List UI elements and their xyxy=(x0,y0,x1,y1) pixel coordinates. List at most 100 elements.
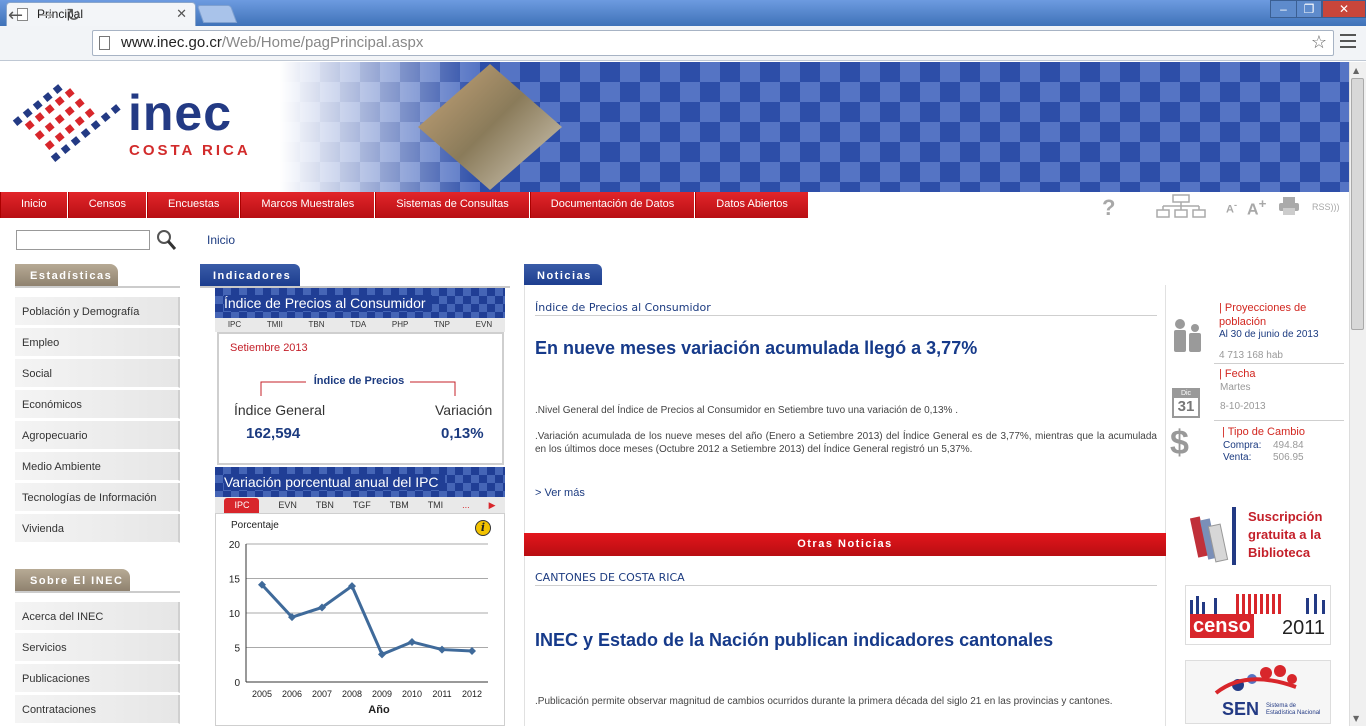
scrollbar-thumb[interactable] xyxy=(1351,78,1364,330)
bookmark-star-icon[interactable]: ☆ xyxy=(1311,32,1327,53)
sidebar-item-social[interactable]: Social xyxy=(15,359,180,388)
scroll-down-icon[interactable]: ▼ xyxy=(1353,714,1359,723)
sidebar-item-empleo[interactable]: Empleo xyxy=(15,328,180,357)
chart-subtab-tgf[interactable]: TGF xyxy=(353,500,371,513)
ver-mas-link[interactable]: > Ver más xyxy=(535,487,585,499)
font-small-icon[interactable]: A- xyxy=(1226,200,1237,216)
nav-sistemas-de-consultas[interactable]: Sistemas de Consultas xyxy=(375,192,530,218)
sidebar-item-economicos[interactable]: Económicos xyxy=(15,390,180,419)
subtab-tmii[interactable]: TMII xyxy=(267,320,283,332)
calendar-day: 31 xyxy=(1177,398,1195,415)
nav-encuestas[interactable]: Encuestas xyxy=(146,192,241,218)
chart-subtab-tbn[interactable]: TBN xyxy=(316,500,334,513)
main-nav: Inicio Censos Encuestas Marcos Muestrale… xyxy=(0,192,809,218)
font-small-label: A xyxy=(1226,203,1234,216)
sidebar-item-servicios[interactable]: Servicios xyxy=(15,633,180,662)
next-arrow-icon[interactable]: ▶ xyxy=(489,500,496,513)
search-input[interactable] xyxy=(16,230,150,250)
scroll-up-icon[interactable]: ▲ xyxy=(1353,66,1359,75)
new-tab-button[interactable] xyxy=(196,5,238,23)
close-tab-icon[interactable]: ✕ xyxy=(176,6,187,22)
nav-censos[interactable]: Censos xyxy=(67,192,147,218)
subtab-tda[interactable]: TDA xyxy=(350,320,366,332)
censo-2011-banner[interactable]: censo 2011 xyxy=(1185,585,1331,645)
fecha-date: 8-10-2013 xyxy=(1220,401,1266,412)
subtab-tnp[interactable]: TNP xyxy=(434,320,450,332)
info-icon[interactable]: i xyxy=(475,520,491,536)
sidebar-item-medio-ambiente[interactable]: Medio Ambiente xyxy=(15,452,180,481)
sidebar-item-acerca[interactable]: Acerca del INEC xyxy=(15,602,180,631)
y-axis-label: Porcentaje xyxy=(231,520,279,531)
sidebar-item-poblacion[interactable]: Población y Demografía xyxy=(15,297,180,326)
library-books-icon[interactable] xyxy=(1190,507,1242,565)
nav-documentacion-de-datos[interactable]: Documentación de Datos xyxy=(529,192,696,218)
censo-year: 2011 xyxy=(1282,617,1326,639)
subtab-tbn[interactable]: TBN xyxy=(309,320,325,332)
sen-banner[interactable]: SEN Sistema de Estadística Nacional xyxy=(1185,660,1331,724)
maximize-button[interactable]: ❐ xyxy=(1296,0,1322,18)
divider xyxy=(535,585,1157,586)
x-tick-label: 2009 xyxy=(372,689,392,699)
sidebar-item-contrataciones[interactable]: Contrataciones xyxy=(15,695,180,724)
venta-value: 506.95 xyxy=(1273,452,1304,463)
address-bar[interactable]: www.inec.go.cr/Web/Home/pagPrincipal.asp… xyxy=(92,30,1334,56)
chart-panel-header: Variación porcentual anual del IPC xyxy=(215,467,505,497)
costa-rica-logo-text: COSTA RICA xyxy=(129,142,251,159)
general-label: Índice General xyxy=(234,402,326,418)
proyecciones-title[interactable]: | Proyecciones de población xyxy=(1219,301,1339,329)
sidebar-item-agropecuario[interactable]: Agropecuario xyxy=(15,421,180,450)
data-point xyxy=(438,645,446,654)
ipc-line-chart: Porcentaje 0 5 10 15 20 2005 2006 2007 2008 2009 20… xyxy=(229,520,488,716)
minimize-button[interactable]: – xyxy=(1270,0,1297,18)
news-category-2[interactable]: CANTONES DE COSTA RICA xyxy=(535,571,685,584)
venta-label: Venta: xyxy=(1223,452,1252,463)
browser-menu-icon[interactable] xyxy=(1340,34,1356,48)
x-tick-label: 2011 xyxy=(432,689,451,699)
noticias-tab[interactable]: Noticias xyxy=(524,264,602,286)
font-large-icon[interactable]: A+ xyxy=(1247,196,1266,219)
inec-logo-mark xyxy=(12,84,121,162)
browser-tab[interactable]: Principal ✕ xyxy=(6,2,196,26)
breadcrumb[interactable]: Inicio xyxy=(207,233,235,247)
dollar-icon: $ xyxy=(1170,424,1189,462)
subtab-ipc[interactable]: IPC xyxy=(228,320,241,332)
sen-label: SEN xyxy=(1222,699,1260,719)
back-icon[interactable]: ← xyxy=(8,5,23,26)
print-icon[interactable] xyxy=(1278,196,1300,216)
subtab-evn[interactable]: EVN xyxy=(476,320,492,332)
nav-inicio[interactable]: Inicio xyxy=(0,192,68,218)
reload-icon[interactable]: ↻ xyxy=(66,5,81,26)
nav-datos-abiertos[interactable]: Datos Abiertos xyxy=(695,192,809,218)
sen-logo-graphic xyxy=(1214,665,1297,695)
news-headline[interactable]: En nueve meses variación acumulada llegó… xyxy=(535,338,977,359)
proyecciones-date: Al 30 de junio de 2013 xyxy=(1219,329,1319,340)
indicadores-tab[interactable]: Indicadores xyxy=(200,264,300,286)
subtab-php[interactable]: PHP xyxy=(392,320,408,332)
calendar-icon: Dic 31 xyxy=(1172,388,1200,418)
variation-label: Variación xyxy=(435,402,493,418)
nav-marcos-muestrales[interactable]: Marcos Muestrales xyxy=(240,192,376,218)
divider xyxy=(1214,420,1344,421)
chart-subtab-more[interactable]: ... xyxy=(462,500,470,513)
sidebar-item-tecnologias[interactable]: Tecnologías de Información xyxy=(15,483,180,512)
variation-value: 0,13% xyxy=(441,425,484,442)
news-headline-2[interactable]: INEC y Estado de la Nación publican indi… xyxy=(535,630,1053,651)
chart-subtab-ipc[interactable]: IPC xyxy=(224,498,260,514)
forward-icon[interactable]: → xyxy=(38,5,53,26)
sidebar-item-publicaciones[interactable]: Publicaciones xyxy=(15,664,180,693)
inec-logo-text[interactable]: inec xyxy=(128,88,232,138)
rss-icon[interactable]: RSS))) xyxy=(1312,202,1340,212)
x-axis-label: Año xyxy=(368,704,390,716)
close-window-button[interactable]: ✕ xyxy=(1322,0,1366,18)
chart-subtab-tbm[interactable]: TBM xyxy=(390,500,409,513)
chart-subtab-tmi[interactable]: TMI xyxy=(428,500,444,513)
news-category[interactable]: Índice de Precios al Consumidor xyxy=(535,301,711,314)
search-icon[interactable] xyxy=(156,229,176,251)
biblioteca-link[interactable]: Suscripción gratuita a la Biblioteca xyxy=(1248,508,1348,562)
help-icon[interactable]: ? xyxy=(1102,195,1115,221)
chart-subtab-evn[interactable]: EVN xyxy=(278,500,297,513)
otras-noticias-header: Otras Noticias xyxy=(524,533,1166,556)
sidebar-item-vivienda[interactable]: Vivienda xyxy=(15,514,180,543)
compra-value: 494.84 xyxy=(1273,440,1304,451)
sitemap-icon[interactable] xyxy=(1156,193,1206,219)
